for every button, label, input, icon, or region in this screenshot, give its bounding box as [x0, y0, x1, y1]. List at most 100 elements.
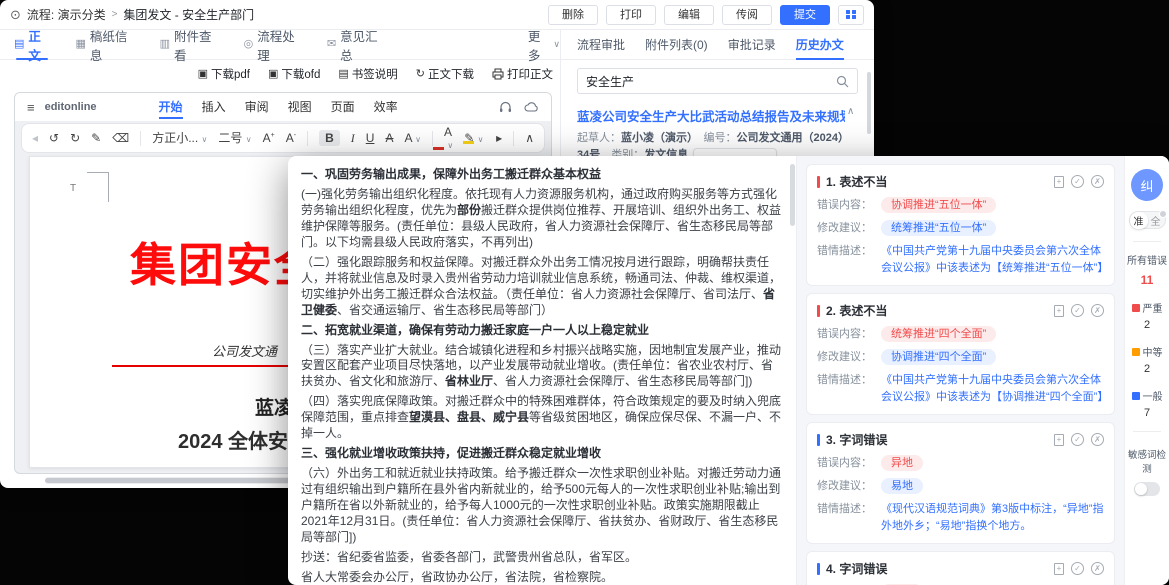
flagged-text[interactable]: 部份 [457, 203, 481, 217]
error-content-pill: 异地 [881, 455, 923, 471]
sensitive-words-label: 敏感词检测 [1125, 447, 1169, 475]
normal-color-swatch [1132, 392, 1140, 400]
headset-icon[interactable] [499, 101, 512, 114]
screenshot-stage: ⊙ 流程: 演示分类 > 集团发文 - 安全生产部门 删除 打印 编辑 传阅 提… [0, 0, 1169, 585]
printer-icon [492, 68, 504, 80]
delete-button[interactable]: 删除 [548, 5, 598, 25]
tab-process-approval[interactable]: 流程审批 [577, 30, 625, 60]
cloud-sync-icon[interactable] [524, 101, 539, 113]
sensitive-words-toggle[interactable] [1134, 482, 1160, 496]
download-ofd-link[interactable]: ▣下载ofd [268, 66, 320, 82]
menu-insert[interactable]: 插入 [202, 93, 226, 121]
print-button[interactable]: 打印 [606, 5, 656, 25]
history-doc-title[interactable]: 蓝凌公司安全生产大比武活动总结报告及未来规划 [577, 106, 845, 125]
chevron-up-icon[interactable]: ∧ [847, 106, 854, 117]
editor-menus: 开始 插入 审阅 视图 页面 效率 [159, 93, 398, 121]
divider [1133, 431, 1161, 432]
error-card[interactable]: 2. 表述不当+✓✗错误内容：统筹推进“四个全面”修改建议：协调推进“四个全面”… [806, 293, 1115, 415]
tab-draft-info[interactable]: ▦ 稿纸信息 [76, 30, 134, 60]
locate-in-doc-icon[interactable]: + [1054, 434, 1064, 446]
proofread-badge[interactable]: 纠 [1131, 169, 1163, 201]
menu-efficiency[interactable]: 效率 [374, 93, 398, 121]
accept-icon[interactable]: ✓ [1071, 562, 1084, 575]
flagged-text[interactable]: 省林业厅 [445, 374, 493, 388]
search-input[interactable] [586, 74, 836, 88]
tab-body-text[interactable]: ▤ 正文 [14, 30, 50, 60]
collapse-toolbar-icon[interactable]: ∧ [525, 132, 534, 144]
download-pdf-link[interactable]: ▣下载pdf [198, 66, 250, 82]
dismiss-icon[interactable]: ✗ [1091, 304, 1104, 317]
italic-button[interactable]: I [351, 132, 355, 144]
flagged-text[interactable]: 望漠县、盘县、威宁县 [409, 410, 529, 424]
bold-button[interactable]: B [319, 130, 340, 146]
dismiss-icon[interactable]: ✗ [1091, 562, 1104, 575]
highlight-button[interactable]: ✎ ∨ [464, 132, 483, 144]
legend-normal[interactable]: 一般 7 [1132, 388, 1163, 419]
suggestion-pill[interactable]: 统筹推进“五位一体” [881, 220, 996, 236]
medium-color-swatch [1132, 348, 1140, 356]
edit-button[interactable]: 编辑 [664, 5, 714, 25]
document-scrollbar[interactable] [790, 164, 795, 226]
suggestion-pill[interactable]: 易地 [881, 478, 923, 494]
undo-icon[interactable]: ↺ [49, 132, 59, 144]
locate-in-doc-icon[interactable]: + [1054, 305, 1064, 317]
tab-attachment-list[interactable]: 附件列表(0) [645, 30, 708, 60]
dismiss-icon[interactable]: ✗ [1091, 175, 1104, 188]
accept-icon[interactable]: ✓ [1071, 304, 1084, 317]
tab-attachments[interactable]: ▥ 附件查看 [160, 30, 218, 60]
accept-icon[interactable]: ✓ [1071, 433, 1084, 446]
history-search-box[interactable] [577, 68, 858, 94]
suggestion-pill[interactable]: 协调推进“四个全面” [881, 349, 996, 365]
apps-grid-button[interactable] [838, 5, 864, 25]
error-card[interactable]: 4. 字词错误+✓✗错误内容：部份修改建议：部分 [806, 551, 1115, 585]
dismiss-icon[interactable]: ✗ [1091, 433, 1104, 446]
error-card[interactable]: 1. 表述不当+✓✗错误内容：协调推进“五位一体”修改建议：统筹推进“五位一体”… [806, 164, 1115, 286]
search-icon[interactable] [836, 75, 849, 88]
legend-severe[interactable]: 严重 2 [1132, 300, 1163, 331]
tab-more[interactable]: 更多 ∨ [528, 30, 560, 60]
error-description: 《中国共产党第十九届中央委员会第六次全体会议公报》中该表述为【统筹推进“五位一体… [881, 243, 1104, 277]
error-card[interactable]: 3. 字词错误+✓✗错误内容：异地修改建议：易地错情描述：《现代汉语规范词典》第… [806, 422, 1115, 544]
strikethrough-button[interactable]: A [385, 132, 393, 144]
increase-font-button[interactable]: A+ [263, 132, 275, 144]
tab-process[interactable]: ◎ 流程处理 [244, 30, 301, 60]
mode-accurate[interactable]: 准 [1130, 212, 1148, 229]
decrease-font-button[interactable]: A- [286, 132, 296, 144]
locate-in-doc-icon[interactable]: + [1054, 563, 1064, 575]
tab-history-docs[interactable]: 历史办文 [796, 30, 844, 60]
menu-review[interactable]: 审阅 [245, 93, 269, 121]
redo-icon[interactable]: ↻ [70, 132, 80, 144]
menu-page[interactable]: 页面 [331, 93, 355, 121]
submit-button[interactable]: 提交 [780, 5, 830, 25]
print-body-link[interactable]: 打印正文 [492, 66, 553, 82]
breadcrumb-prefix[interactable]: 流程: 演示分类 [27, 6, 106, 23]
mode-toggle[interactable]: 准 全 [1129, 211, 1166, 229]
tab-approval-records[interactable]: 审批记录 [728, 30, 776, 60]
tab-opinions[interactable]: ✉ 意见汇总 [327, 30, 384, 60]
clear-format-icon[interactable]: ⌫ [112, 132, 129, 144]
locate-in-doc-icon[interactable]: + [1054, 176, 1064, 188]
bookmark-help-link[interactable]: ▤书签说明 [338, 66, 397, 82]
document-paragraph: 省人大常委会办公厅，省政协办公厅，省法院，省检察院。 [301, 570, 784, 585]
vertical-scrollbar[interactable] [867, 72, 871, 134]
editor-brand: editonline [45, 101, 97, 113]
hamburger-menu-icon[interactable]: ≡ [27, 100, 35, 115]
circulate-button[interactable]: 传阅 [722, 5, 772, 25]
text-style-select[interactable]: A ∨ [404, 132, 421, 144]
font-size-select[interactable]: 二号 ∨ [218, 132, 251, 144]
menu-start[interactable]: 开始 [159, 93, 183, 121]
severity-bar [817, 176, 820, 188]
toolbar-back-icon[interactable]: ◂ [32, 132, 38, 144]
menu-view[interactable]: 视图 [288, 93, 312, 121]
legend-medium[interactable]: 中等 2 [1132, 344, 1163, 375]
history-doc-item[interactable]: 蓝凌公司安全生产大比武活动总结报告及未来规划 ∧ [577, 106, 858, 125]
underline-button[interactable]: U [366, 132, 375, 144]
body-download-link[interactable]: ↻正文下载 [416, 66, 474, 82]
mode-all[interactable]: 全 [1148, 212, 1164, 229]
format-painter-icon[interactable]: ✎ [91, 132, 101, 144]
accept-icon[interactable]: ✓ [1071, 175, 1084, 188]
font-color-button[interactable]: A ∨ [444, 126, 453, 150]
toolbar-more-icon[interactable]: ▸ [496, 132, 502, 144]
font-name-select[interactable]: 方正小... ∨ [152, 132, 207, 144]
error-content-label: 错误内容： [817, 455, 881, 471]
